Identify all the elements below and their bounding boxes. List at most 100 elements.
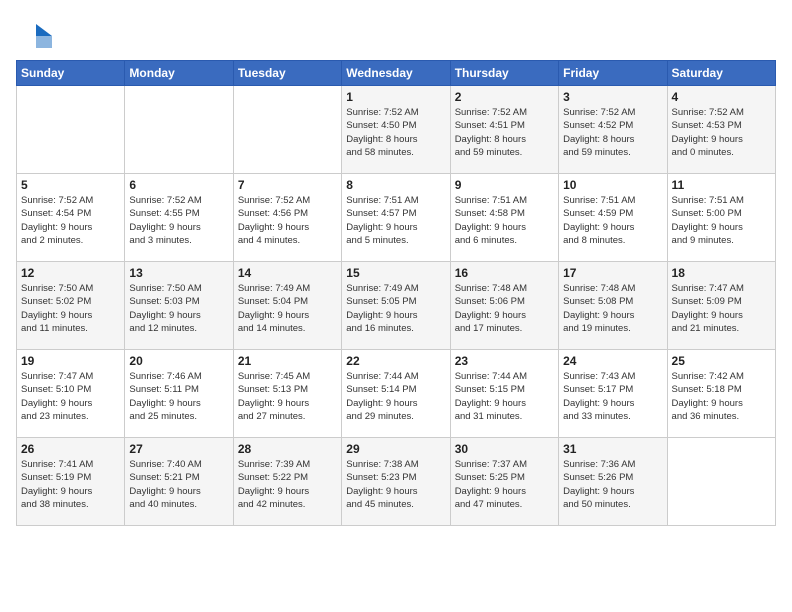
calendar-cell: 6 Sunrise: 7:52 AM Sunset: 4:55 PM Daylig… (125, 174, 233, 262)
calendar-cell (667, 438, 775, 526)
day-number: 8 (346, 178, 445, 192)
day-info: Sunrise: 7:50 AM Sunset: 5:03 PM Dayligh… (129, 282, 228, 335)
calendar-cell: 26 Sunrise: 7:41 AM Sunset: 5:19 PM Dayli… (17, 438, 125, 526)
day-number: 10 (563, 178, 662, 192)
day-info: Sunrise: 7:43 AM Sunset: 5:17 PM Dayligh… (563, 370, 662, 423)
calendar-cell: 1Sunrise: 7:52 AM Sunset: 4:50 PM Daylig… (342, 86, 450, 174)
day-info: Sunrise: 7:44 AM Sunset: 5:15 PM Dayligh… (455, 370, 554, 423)
day-info: Sunrise: 7:44 AM Sunset: 5:14 PM Dayligh… (346, 370, 445, 423)
day-number: 30 (455, 442, 554, 456)
day-number: 25 (672, 354, 771, 368)
calendar-cell (17, 86, 125, 174)
day-number: 24 (563, 354, 662, 368)
day-number: 5 (21, 178, 120, 192)
calendar-cell: 23 Sunrise: 7:44 AM Sunset: 5:15 PM Dayli… (450, 350, 558, 438)
calendar-cell: 16 Sunrise: 7:48 AM Sunset: 5:06 PM Dayli… (450, 262, 558, 350)
day-info: Sunrise: 7:41 AM Sunset: 5:19 PM Dayligh… (21, 458, 120, 511)
day-number: 17 (563, 266, 662, 280)
calendar-cell: 18Sunrise: 7:47 AM Sunset: 5:09 PM Dayli… (667, 262, 775, 350)
day-number: 13 (129, 266, 228, 280)
calendar-cell: 27Sunrise: 7:40 AM Sunset: 5:21 PM Dayli… (125, 438, 233, 526)
day-info: Sunrise: 7:51 AM Sunset: 5:00 PM Dayligh… (672, 194, 771, 247)
day-info: Sunrise: 7:47 AM Sunset: 5:10 PM Dayligh… (21, 370, 120, 423)
calendar-cell: 24 Sunrise: 7:43 AM Sunset: 5:17 PM Dayli… (559, 350, 667, 438)
calendar-cell: 4 Sunrise: 7:52 AM Sunset: 4:53 PM Daylig… (667, 86, 775, 174)
day-info: Sunrise: 7:52 AM Sunset: 4:55 PM Dayligh… (129, 194, 228, 247)
weekday-header-saturday: Saturday (667, 61, 775, 86)
day-number: 2 (455, 90, 554, 104)
calendar-week-row: 5 Sunrise: 7:52 AM Sunset: 4:54 PM Daylig… (17, 174, 776, 262)
day-number: 16 (455, 266, 554, 280)
day-number: 29 (346, 442, 445, 456)
weekday-header-friday: Friday (559, 61, 667, 86)
calendar-cell: 19 Sunrise: 7:47 AM Sunset: 5:10 PM Dayli… (17, 350, 125, 438)
day-number: 11 (672, 178, 771, 192)
day-number: 12 (21, 266, 120, 280)
logo (16, 16, 56, 52)
calendar-cell: 17 Sunrise: 7:48 AM Sunset: 5:08 PM Dayli… (559, 262, 667, 350)
calendar-body: 1Sunrise: 7:52 AM Sunset: 4:50 PM Daylig… (17, 86, 776, 526)
day-info: Sunrise: 7:42 AM Sunset: 5:18 PM Dayligh… (672, 370, 771, 423)
day-number: 27 (129, 442, 228, 456)
calendar-cell: 12 Sunrise: 7:50 AM Sunset: 5:02 PM Dayli… (17, 262, 125, 350)
calendar-cell: 8Sunrise: 7:51 AM Sunset: 4:57 PM Daylig… (342, 174, 450, 262)
calendar-header: SundayMondayTuesdayWednesdayThursdayFrid… (17, 61, 776, 86)
day-number: 21 (238, 354, 337, 368)
weekday-header-thursday: Thursday (450, 61, 558, 86)
day-info: Sunrise: 7:37 AM Sunset: 5:25 PM Dayligh… (455, 458, 554, 511)
calendar-cell (125, 86, 233, 174)
calendar-cell: 10Sunrise: 7:51 AM Sunset: 4:59 PM Dayli… (559, 174, 667, 262)
calendar-cell: 3 Sunrise: 7:52 AM Sunset: 4:52 PM Daylig… (559, 86, 667, 174)
calendar-cell: 20 Sunrise: 7:46 AM Sunset: 5:11 PM Dayli… (125, 350, 233, 438)
day-number: 20 (129, 354, 228, 368)
day-number: 4 (672, 90, 771, 104)
calendar-cell: 5 Sunrise: 7:52 AM Sunset: 4:54 PM Daylig… (17, 174, 125, 262)
calendar-cell: 11 Sunrise: 7:51 AM Sunset: 5:00 PM Dayli… (667, 174, 775, 262)
day-info: Sunrise: 7:48 AM Sunset: 5:08 PM Dayligh… (563, 282, 662, 335)
day-number: 6 (129, 178, 228, 192)
calendar-cell: 21 Sunrise: 7:45 AM Sunset: 5:13 PM Dayli… (233, 350, 341, 438)
calendar-cell: 9Sunrise: 7:51 AM Sunset: 4:58 PM Daylig… (450, 174, 558, 262)
calendar-cell: 13 Sunrise: 7:50 AM Sunset: 5:03 PM Dayli… (125, 262, 233, 350)
calendar-cell: 31 Sunrise: 7:36 AM Sunset: 5:26 PM Dayli… (559, 438, 667, 526)
weekday-header-row: SundayMondayTuesdayWednesdayThursdayFrid… (17, 61, 776, 86)
day-info: Sunrise: 7:46 AM Sunset: 5:11 PM Dayligh… (129, 370, 228, 423)
day-info: Sunrise: 7:47 AM Sunset: 5:09 PM Dayligh… (672, 282, 771, 335)
day-info: Sunrise: 7:49 AM Sunset: 5:05 PM Dayligh… (346, 282, 445, 335)
day-number: 26 (21, 442, 120, 456)
day-info: Sunrise: 7:48 AM Sunset: 5:06 PM Dayligh… (455, 282, 554, 335)
calendar-table: SundayMondayTuesdayWednesdayThursdayFrid… (16, 60, 776, 526)
day-info: Sunrise: 7:52 AM Sunset: 4:51 PM Dayligh… (455, 106, 554, 159)
calendar-week-row: 19 Sunrise: 7:47 AM Sunset: 5:10 PM Dayli… (17, 350, 776, 438)
weekday-header-tuesday: Tuesday (233, 61, 341, 86)
day-info: Sunrise: 7:52 AM Sunset: 4:50 PM Dayligh… (346, 106, 445, 159)
day-info: Sunrise: 7:36 AM Sunset: 5:26 PM Dayligh… (563, 458, 662, 511)
calendar-week-row: 1Sunrise: 7:52 AM Sunset: 4:50 PM Daylig… (17, 86, 776, 174)
day-info: Sunrise: 7:52 AM Sunset: 4:52 PM Dayligh… (563, 106, 662, 159)
day-info: Sunrise: 7:49 AM Sunset: 5:04 PM Dayligh… (238, 282, 337, 335)
day-info: Sunrise: 7:52 AM Sunset: 4:53 PM Dayligh… (672, 106, 771, 159)
calendar-cell: 15 Sunrise: 7:49 AM Sunset: 5:05 PM Dayli… (342, 262, 450, 350)
day-number: 28 (238, 442, 337, 456)
calendar-cell: 7Sunrise: 7:52 AM Sunset: 4:56 PM Daylig… (233, 174, 341, 262)
calendar-cell: 30 Sunrise: 7:37 AM Sunset: 5:25 PM Dayli… (450, 438, 558, 526)
day-number: 23 (455, 354, 554, 368)
day-info: Sunrise: 7:45 AM Sunset: 5:13 PM Dayligh… (238, 370, 337, 423)
day-info: Sunrise: 7:39 AM Sunset: 5:22 PM Dayligh… (238, 458, 337, 511)
weekday-header-wednesday: Wednesday (342, 61, 450, 86)
day-number: 15 (346, 266, 445, 280)
day-number: 31 (563, 442, 662, 456)
day-info: Sunrise: 7:52 AM Sunset: 4:54 PM Dayligh… (21, 194, 120, 247)
logo-icon (16, 16, 52, 52)
day-number: 7 (238, 178, 337, 192)
calendar-cell: 28 Sunrise: 7:39 AM Sunset: 5:22 PM Dayli… (233, 438, 341, 526)
calendar-cell (233, 86, 341, 174)
weekday-header-sunday: Sunday (17, 61, 125, 86)
day-info: Sunrise: 7:50 AM Sunset: 5:02 PM Dayligh… (21, 282, 120, 335)
calendar-week-row: 26 Sunrise: 7:41 AM Sunset: 5:19 PM Dayli… (17, 438, 776, 526)
day-number: 19 (21, 354, 120, 368)
calendar-cell: 25 Sunrise: 7:42 AM Sunset: 5:18 PM Dayli… (667, 350, 775, 438)
day-number: 3 (563, 90, 662, 104)
day-number: 14 (238, 266, 337, 280)
calendar-week-row: 12 Sunrise: 7:50 AM Sunset: 5:02 PM Dayli… (17, 262, 776, 350)
